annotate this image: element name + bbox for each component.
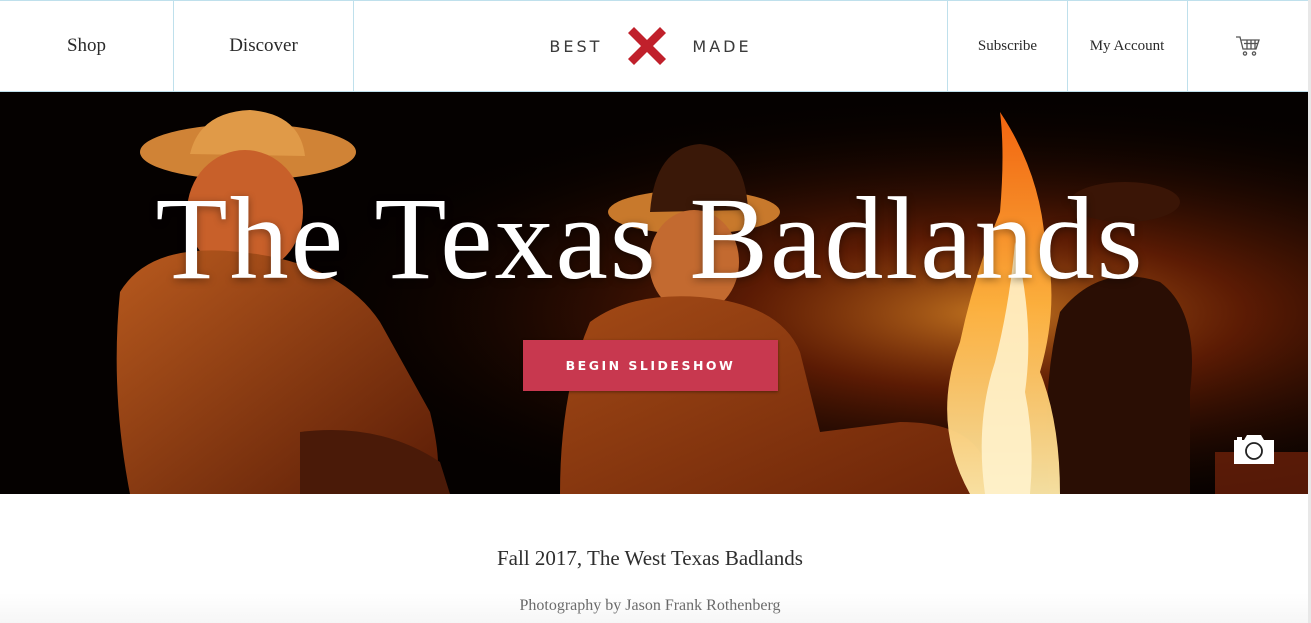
brand-logo-link[interactable]: BEST MADE	[354, 1, 947, 91]
hero-title: The Texas Badlands	[155, 173, 1145, 304]
nav-shop-link[interactable]: Shop	[0, 1, 174, 91]
photo-credit-button[interactable]	[1232, 432, 1276, 466]
nav-discover-link[interactable]: Discover	[174, 1, 354, 91]
site-header: Shop Discover BEST MADE Subscribe My Acc…	[0, 0, 1308, 92]
hero-banner: The Texas Badlands BEGIN SLIDESHOW	[0, 92, 1308, 494]
article-subtitle: Fall 2017, The West Texas Badlands	[497, 546, 803, 570]
nav-my-account-label: My Account	[1089, 37, 1165, 54]
article-intro: Fall 2017, The West Texas Badlands Photo…	[0, 494, 1308, 623]
camera-icon	[1234, 435, 1274, 464]
brand-word-left: BEST	[549, 36, 603, 56]
brand-word-right: MADE	[692, 36, 752, 56]
begin-slideshow-button[interactable]: BEGIN SLIDESHOW	[523, 340, 778, 391]
nav-my-account-link[interactable]: My Account	[1067, 1, 1188, 91]
nav-subscribe-label: Subscribe	[977, 37, 1038, 54]
photo-credit-text: Photography by Jason Frank Rothenberg	[519, 597, 781, 614]
nav-shop-label: Shop	[66, 35, 107, 56]
shopping-cart-icon	[1236, 36, 1260, 56]
nav-discover-label: Discover	[229, 35, 298, 56]
cart-button[interactable]	[1188, 1, 1308, 91]
brand-x-mark-icon	[628, 27, 667, 65]
nav-subscribe-link[interactable]: Subscribe	[947, 1, 1068, 91]
